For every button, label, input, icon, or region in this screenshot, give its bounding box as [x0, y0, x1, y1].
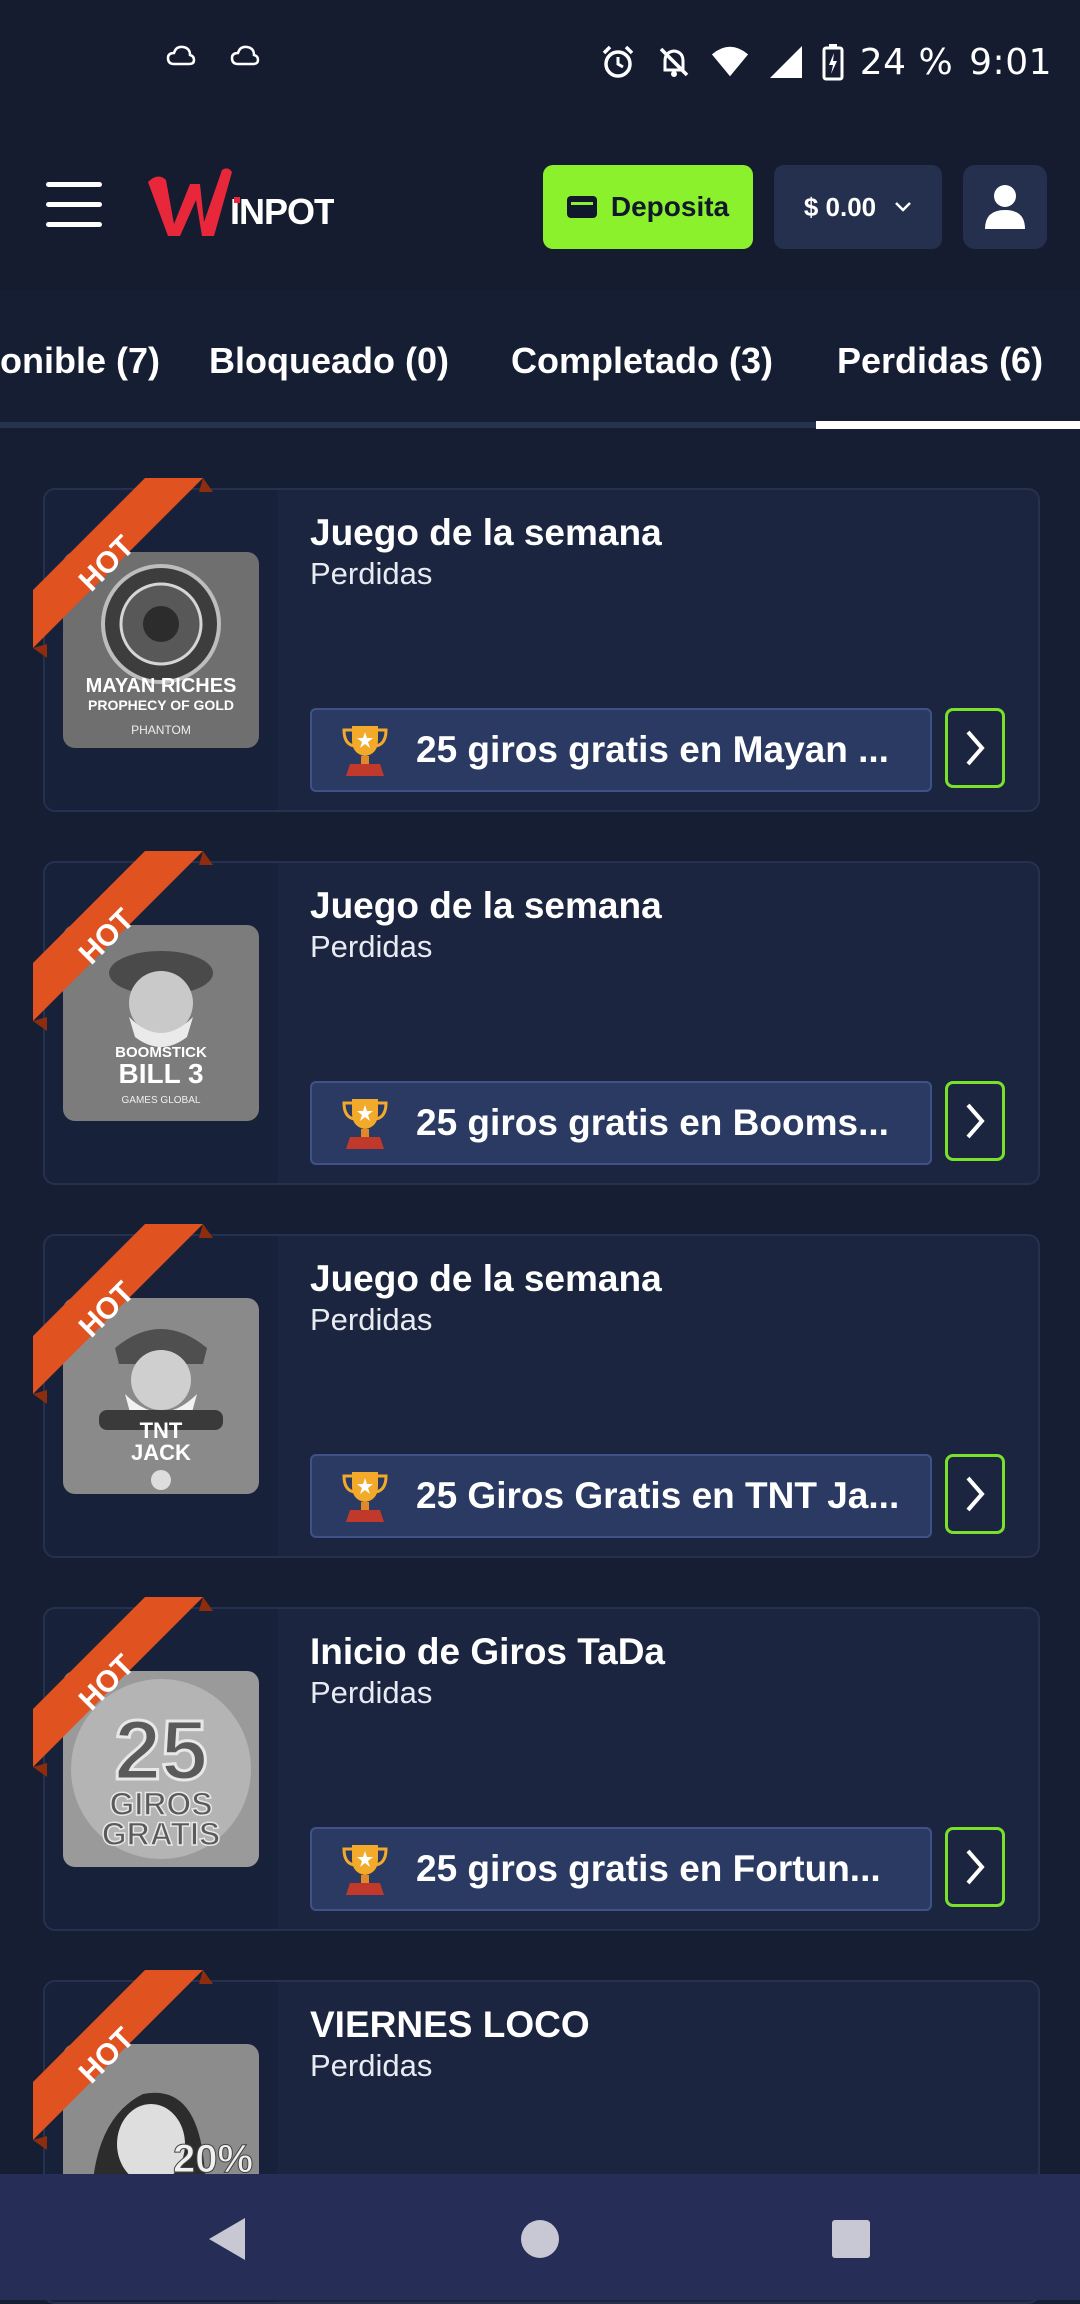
- back-icon[interactable]: [203, 2214, 253, 2264]
- card-title: Juego de la semana: [310, 512, 662, 553]
- hot-badge: HOT: [33, 478, 213, 658]
- svg-text:GAMES GLOBAL: GAMES GLOBAL: [122, 1095, 201, 1106]
- open-promo-button[interactable]: [945, 708, 1005, 788]
- open-promo-button[interactable]: [945, 1081, 1005, 1161]
- tab-disponible[interactable]: onible (7): [0, 340, 160, 382]
- trophy-icon: [342, 1099, 388, 1149]
- open-promo-button[interactable]: [945, 1827, 1005, 1907]
- promo-text: 25 giros gratis en Mayan ...: [416, 729, 889, 770]
- card-status: Perdidas: [310, 2048, 433, 2083]
- notifications-off-icon: [654, 42, 694, 82]
- tab-completado[interactable]: Completado (3): [511, 340, 773, 382]
- card-status: Perdidas: [310, 929, 433, 964]
- trophy-icon: [342, 1472, 388, 1522]
- open-promo-button[interactable]: [945, 1454, 1005, 1534]
- svg-text:JACK: JACK: [131, 1440, 191, 1465]
- balance-dropdown[interactable]: $ 0.00: [774, 165, 942, 249]
- account-button[interactable]: [963, 165, 1047, 249]
- recents-icon[interactable]: [826, 2214, 876, 2264]
- alarm-icon: [598, 42, 638, 82]
- app-header: INPOT Deposita $ 0.00: [0, 120, 1080, 290]
- battery-percent: 24 %: [859, 41, 954, 83]
- trophy-icon: [342, 726, 388, 776]
- promo-text: 25 giros gratis en Fortun...: [416, 1848, 881, 1889]
- card-title: VIERNES LOCO: [310, 2004, 590, 2045]
- card-status: Perdidas: [310, 1675, 433, 1710]
- promo-text: 25 Giros Gratis en TNT Ja...: [416, 1475, 900, 1516]
- tab-perdidas[interactable]: Perdidas (6): [837, 340, 1043, 382]
- hot-badge: HOT: [33, 851, 213, 1031]
- promo-text: 25 giros gratis en Booms...: [416, 1102, 889, 1143]
- svg-text:MAYAN RICHES: MAYAN RICHES: [86, 675, 237, 697]
- balance-value: $ 0.00: [803, 191, 877, 222]
- trophy-icon: [342, 1845, 388, 1895]
- status-bar: 24 % 9:01: [0, 0, 1080, 120]
- card-title: Juego de la semana: [310, 1258, 662, 1299]
- svg-text:PROPHECY OF GOLD: PROPHECY OF GOLD: [88, 697, 234, 713]
- menu-icon[interactable]: [46, 182, 102, 227]
- tab-bloqueado[interactable]: Bloqueado (0): [209, 340, 449, 382]
- chevron-right-icon: [966, 1849, 985, 1885]
- svg-text:GRATIS: GRATIS: [102, 1816, 221, 1852]
- promo-bar[interactable]: 25 giros gratis en Fortun...: [310, 1827, 932, 1911]
- winpot-logo[interactable]: INPOT: [144, 164, 334, 244]
- promo-bar[interactable]: 25 Giros Gratis en TNT Ja...: [310, 1454, 932, 1538]
- chevron-right-icon: [966, 1476, 985, 1512]
- svg-text:BILL 3: BILL 3: [118, 1058, 203, 1089]
- hot-badge: HOT: [33, 1597, 213, 1777]
- signal-icon: [766, 42, 806, 82]
- promo-tabs: onible (7) Bloqueado (0) Completado (3) …: [0, 290, 1080, 430]
- clock: 9:01: [969, 41, 1052, 83]
- deposit-button[interactable]: Deposita: [543, 165, 753, 249]
- chevron-right-icon: [966, 730, 985, 766]
- active-tab-indicator: [816, 421, 1080, 429]
- chevron-right-icon: [966, 1103, 985, 1139]
- card-title: Inicio de Giros TaDa: [310, 1631, 666, 1672]
- hot-badge: HOT: [33, 1224, 213, 1404]
- user-icon: [985, 185, 1025, 229]
- wifi-icon: [710, 42, 750, 82]
- wallet-icon: [566, 196, 597, 218]
- cloud-icon: [166, 45, 196, 66]
- battery-charging-icon: [822, 42, 844, 82]
- home-icon[interactable]: [515, 2214, 565, 2264]
- card-status: Perdidas: [310, 1302, 433, 1337]
- card-title: Juego de la semana: [310, 885, 662, 926]
- deposit-label: Deposita: [610, 191, 730, 222]
- card-status: Perdidas: [310, 556, 433, 591]
- promo-bar[interactable]: 25 giros gratis en Booms...: [310, 1081, 932, 1165]
- cloud-icon: [230, 45, 260, 66]
- promo-bar[interactable]: 25 giros gratis en Mayan ...: [310, 708, 932, 792]
- svg-text:INPOT: INPOT: [230, 191, 334, 232]
- chevron-down-icon: [895, 202, 912, 212]
- hot-badge: HOT: [33, 1970, 213, 2150]
- svg-text:PHANTOM: PHANTOM: [131, 723, 191, 737]
- system-navigation-bar: [0, 2174, 1080, 2300]
